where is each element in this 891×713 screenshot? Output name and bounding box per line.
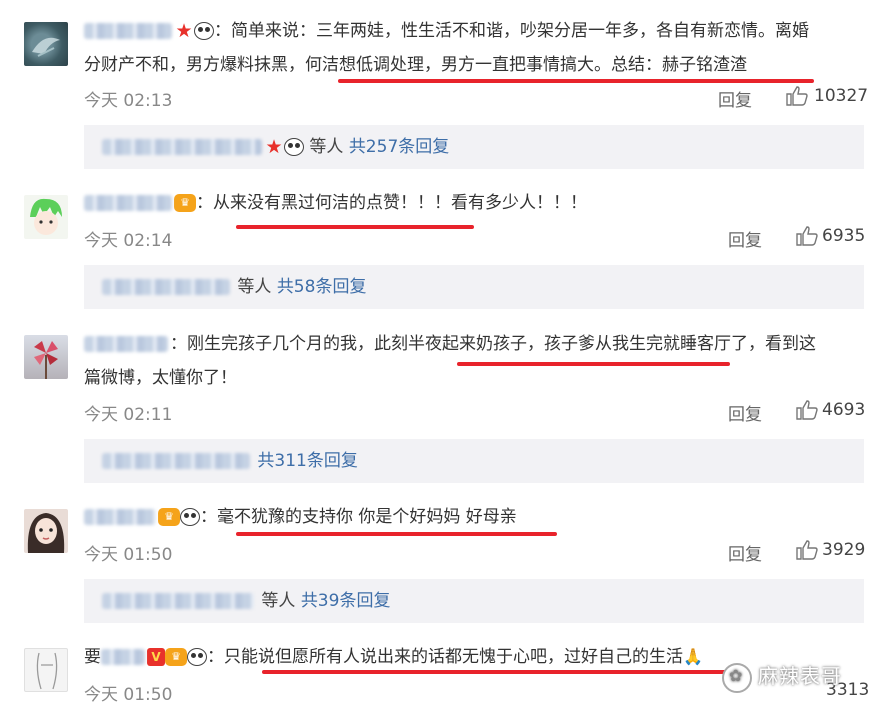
avatar[interactable] <box>24 335 68 379</box>
timestamp: 今天 01:50 <box>84 545 173 565</box>
panda-icon <box>187 648 207 666</box>
username-prefix[interactable]: 要 <box>84 647 101 667</box>
reply-button[interactable]: 回复 <box>728 400 762 425</box>
like-count: 6935 <box>822 226 866 246</box>
crown-badge-icon: ♛ <box>174 194 196 212</box>
reply-button[interactable]: 回复 <box>728 226 762 251</box>
highlight-underline <box>338 79 814 83</box>
thumbs-up-icon[interactable] <box>796 400 818 420</box>
comment-text: ★ ：简单来说：三年两娃，性生活不和谐，吵架分居一年多，各自有新恋情。离婚 <box>84 14 809 48</box>
reply-count-link[interactable]: 共311条回复 <box>257 451 357 471</box>
comment-text-line2: 分财产不和，男方爆料抹黑，何洁想低调处理，男方一直把事情搞大。总结：赫子铭渣渣 <box>84 55 747 75</box>
reply-thread[interactable]: 共311条回复 <box>84 439 864 483</box>
pinwheel-avatar-icon <box>34 341 58 379</box>
thread-suffix: 等人 <box>261 591 296 611</box>
highlight-underline <box>262 670 740 674</box>
comment-text: ：刚生完孩子几个月的我，此刻半夜起来奶孩子，孩子爹从我生完就睡客厅了，看到这 <box>84 327 816 361</box>
comment-text-line2: 篇微博，太懂你了！ <box>84 368 237 388</box>
avatar[interactable] <box>24 195 68 239</box>
avatar[interactable] <box>24 509 68 553</box>
like-count: 3929 <box>822 540 866 560</box>
username[interactable] <box>84 23 172 39</box>
star-icon: ★ <box>265 136 283 158</box>
thread-suffix: 等人 <box>309 137 344 157</box>
crown-badge-icon: ♛ <box>165 648 187 666</box>
panda-icon <box>284 138 304 156</box>
crown-badge-icon: ♛ <box>158 508 180 526</box>
thumbs-up-icon[interactable] <box>786 86 808 106</box>
bird-avatar-icon <box>32 37 60 57</box>
comment-text-line1: ：刚生完孩子几个月的我，此刻半夜起来奶孩子，孩子爹从我生完就睡客厅了，看到这 <box>170 334 816 354</box>
like-count: 10327 <box>814 86 869 106</box>
comment-text-line1: ：只能说但愿所有人说出来的话都无愧于心吧，过好自己的生活 <box>207 647 683 667</box>
reply-count-link[interactable]: 共39条回复 <box>301 591 391 611</box>
thumbs-up-icon[interactable] <box>796 226 818 246</box>
watermark-text: 麻辣表哥 <box>758 664 842 688</box>
thread-usernames[interactable] <box>102 593 254 609</box>
username[interactable] <box>84 336 168 352</box>
like-count: 4693 <box>822 400 866 420</box>
highlight-underline <box>236 532 557 536</box>
star-icon: ★ <box>175 20 193 42</box>
thread-usernames[interactable] <box>102 139 262 155</box>
reply-button[interactable]: 回复 <box>728 540 762 565</box>
verified-badge-icon: V <box>147 648 165 666</box>
girl-avatar-icon <box>27 513 65 553</box>
comment-text: 要 V ♛ ：只能说但愿所有人说出来的话都无愧于心吧，过好自己的生活🙏 <box>84 640 703 674</box>
timestamp: 今天 02:11 <box>84 405 173 425</box>
timestamp: 今天 02:14 <box>84 231 173 251</box>
highlight-underline <box>236 225 474 229</box>
username[interactable] <box>84 195 172 211</box>
reply-count-link[interactable]: 共58条回复 <box>277 277 367 297</box>
reply-button[interactable]: 回复 <box>718 86 752 111</box>
reply-count-link[interactable]: 共257条回复 <box>349 137 449 157</box>
timestamp: 今天 01:50 <box>84 685 173 705</box>
thread-suffix: 等人 <box>237 277 272 297</box>
comment-text-line1: ：从来没有黑过何洁的点赞！！！看有多少人！！！ <box>196 193 587 213</box>
reply-thread[interactable]: 等人 共39条回复 <box>84 579 864 623</box>
watermark-logo-icon <box>722 662 752 693</box>
thumbs-up-icon[interactable] <box>796 540 818 560</box>
username[interactable] <box>101 649 145 665</box>
comment-text: ♛ ：毫不犹豫的支持你 你是个好妈妈 好母亲 <box>84 500 517 534</box>
reply-thread[interactable]: 等人 共58条回复 <box>84 265 864 309</box>
sketch-avatar-icon <box>36 652 58 690</box>
avatar[interactable] <box>24 648 68 692</box>
reply-thread[interactable]: ★ 等人 共257条回复 <box>84 125 864 169</box>
thread-usernames[interactable] <box>102 279 230 295</box>
highlight-underline <box>457 362 730 366</box>
anime-boy-avatar-icon <box>30 198 62 235</box>
panda-icon <box>194 22 214 40</box>
panda-icon <box>180 508 200 526</box>
praying-hands-icon: 🙏 <box>683 647 703 666</box>
avatar[interactable] <box>24 22 68 66</box>
comment-text: ♛ ：从来没有黑过何洁的点赞！！！看有多少人！！！ <box>84 186 587 220</box>
username[interactable] <box>84 509 156 525</box>
watermark: 麻辣表哥 <box>722 660 842 693</box>
comment-text-line1: ：毫不犹豫的支持你 你是个好妈妈 好母亲 <box>200 507 517 527</box>
thread-usernames[interactable] <box>102 453 250 469</box>
timestamp: 今天 02:13 <box>84 91 173 111</box>
comment-text-line1: ：简单来说：三年两娃，性生活不和谐，吵架分居一年多，各自有新恋情。离婚 <box>214 21 809 41</box>
